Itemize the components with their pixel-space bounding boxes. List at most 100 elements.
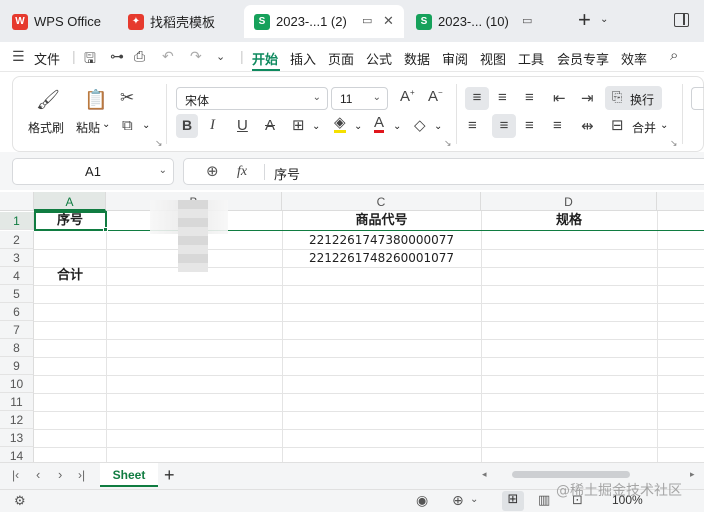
- align-right-icon[interactable]: ≡: [525, 117, 534, 134]
- tab-insert[interactable]: 插入: [290, 49, 316, 68]
- tab-formula[interactable]: 公式: [366, 49, 392, 68]
- close-tab-icon[interactable]: ✕: [383, 13, 394, 29]
- row-header-2[interactable]: 2: [0, 231, 34, 249]
- cell-a4[interactable]: 合计: [34, 267, 106, 285]
- restore-window-icon[interactable]: ▭: [522, 14, 532, 27]
- chevron-down-icon[interactable]: ⌄: [393, 121, 401, 132]
- align-top-icon[interactable]: ≡: [465, 87, 489, 110]
- scroll-left-icon[interactable]: ◂: [482, 469, 487, 480]
- bold-button[interactable]: B: [176, 114, 198, 138]
- redo-icon[interactable]: ↷: [190, 48, 202, 65]
- distributed-icon[interactable]: ⇹: [581, 117, 594, 135]
- prev-sheet-icon[interactable]: ‹: [36, 467, 40, 482]
- next-sheet-icon[interactable]: ›: [58, 467, 62, 482]
- row-header-3[interactable]: 3: [0, 249, 34, 267]
- column-header-d[interactable]: D: [481, 192, 657, 211]
- new-tab-icon[interactable]: +: [578, 9, 591, 31]
- scroll-right-icon[interactable]: ▸: [690, 469, 695, 480]
- clear-format-icon[interactable]: ◇: [414, 116, 426, 134]
- cell-c3[interactable]: 2212261748260001077: [282, 249, 481, 267]
- row-header-13[interactable]: 13: [0, 429, 34, 447]
- eye-protection-icon[interactable]: ◉: [416, 492, 428, 509]
- tab-wps-office[interactable]: W WPS Office: [2, 5, 117, 38]
- font-name-dropdown[interactable]: 宋体 ⌄: [176, 87, 328, 110]
- justify-icon[interactable]: ≡: [553, 117, 562, 134]
- merge-icon[interactable]: ⊟: [611, 116, 624, 134]
- chevron-down-icon[interactable]: ⌄: [216, 50, 225, 63]
- fx-icon[interactable]: fx: [237, 164, 247, 180]
- paste-label[interactable]: 粘贴: [76, 119, 100, 136]
- tab-tools[interactable]: 工具: [518, 49, 544, 68]
- sidebar-toggle-icon[interactable]: [674, 13, 689, 27]
- format-painter-icon[interactable]: 🖌: [36, 88, 60, 112]
- share-icon[interactable]: ⊶: [110, 48, 124, 65]
- copy-icon[interactable]: ⧉: [122, 117, 133, 134]
- tab-page[interactable]: 页面: [328, 49, 354, 68]
- row-header-5[interactable]: 5: [0, 285, 34, 303]
- chevron-down-icon[interactable]: ⌄: [600, 14, 608, 25]
- search-icon[interactable]: ⌕: [670, 47, 678, 64]
- font-size-dropdown[interactable]: 11 ⌄: [331, 87, 388, 110]
- row-header-1[interactable]: 1: [0, 212, 34, 230]
- number-format-dropdown[interactable]: [691, 87, 704, 110]
- column-header-a[interactable]: A: [34, 192, 106, 211]
- tab-review[interactable]: 审阅: [442, 49, 468, 68]
- chevron-down-icon[interactable]: ⌄: [312, 121, 320, 132]
- tab-spreadsheet-1[interactable]: S 2023-...1 (2) ▭ ✕: [244, 5, 404, 38]
- hamburger-menu-icon[interactable]: ☰: [12, 48, 25, 65]
- zoom-formula-icon[interactable]: ⊕: [206, 162, 219, 180]
- align-middle-icon[interactable]: ≡: [498, 89, 507, 106]
- paste-icon[interactable]: 📋: [84, 88, 108, 112]
- align-center-icon[interactable]: ≡: [492, 114, 516, 138]
- borders-icon[interactable]: ⊞: [292, 116, 305, 134]
- dialog-launcher-icon[interactable]: ↘: [444, 138, 452, 149]
- font-color-icon[interactable]: A: [374, 115, 385, 133]
- select-all-corner[interactable]: [0, 192, 34, 211]
- print-preview-icon[interactable]: ⎙: [134, 48, 145, 65]
- row-header-8[interactable]: 8: [0, 339, 34, 357]
- name-box[interactable]: A1 ⌄: [12, 158, 174, 185]
- cell-d1[interactable]: 规格: [481, 212, 657, 230]
- fill-handle[interactable]: [103, 227, 108, 232]
- chevron-down-icon[interactable]: ⌄: [142, 120, 150, 131]
- normal-view-icon[interactable]: ⊞: [502, 491, 524, 511]
- underline-button[interactable]: U: [237, 117, 248, 134]
- chevron-down-icon[interactable]: ⌄: [354, 121, 362, 132]
- column-header-c[interactable]: C: [282, 192, 481, 211]
- macro-icon[interactable]: ⚙: [14, 493, 26, 509]
- align-left-icon[interactable]: ≡: [468, 117, 477, 134]
- increase-font-icon[interactable]: A+: [400, 88, 415, 105]
- cell-c1[interactable]: 商品代号: [282, 212, 481, 230]
- align-bottom-icon[interactable]: ≡: [525, 89, 534, 106]
- add-sheet-icon[interactable]: +: [164, 465, 175, 486]
- tab-spreadsheet-2[interactable]: S 2023-... (10) ▭: [406, 5, 564, 38]
- italic-button[interactable]: I: [210, 117, 215, 134]
- chevron-down-icon[interactable]: ⌄: [660, 120, 668, 131]
- tab-member[interactable]: 会员专享: [557, 49, 609, 68]
- row-header-14[interactable]: 14: [0, 447, 34, 462]
- decrease-indent-icon[interactable]: ⇤: [553, 89, 566, 107]
- undo-icon[interactable]: ↶: [162, 48, 174, 65]
- merge-label[interactable]: 合并: [632, 119, 656, 136]
- tab-docer[interactable]: ✦ 找稻壳模板: [118, 5, 242, 38]
- fill-color-icon[interactable]: ◈: [334, 115, 346, 133]
- row-header-12[interactable]: 12: [0, 411, 34, 429]
- row-header-11[interactable]: 11: [0, 393, 34, 411]
- tab-view[interactable]: 视图: [480, 49, 506, 68]
- save-icon[interactable]: 🖫: [84, 48, 96, 72]
- formula-input[interactable]: ⊕ fx 序号: [183, 158, 704, 185]
- row-header-6[interactable]: 6: [0, 303, 34, 321]
- horizontal-scrollbar[interactable]: [512, 471, 630, 478]
- column-header-e[interactable]: [657, 192, 704, 211]
- row-header-10[interactable]: 10: [0, 375, 34, 393]
- increase-indent-icon[interactable]: ⇥: [581, 89, 594, 107]
- cell-c2[interactable]: 2212261747380000077: [282, 231, 481, 249]
- tab-efficiency[interactable]: 效率: [621, 49, 647, 68]
- decrease-font-icon[interactable]: A−: [428, 88, 443, 105]
- dialog-launcher-icon[interactable]: ↘: [155, 138, 163, 149]
- cut-icon[interactable]: ✂: [120, 88, 134, 108]
- row-header-9[interactable]: 9: [0, 357, 34, 375]
- row-header-7[interactable]: 7: [0, 321, 34, 339]
- menu-file[interactable]: 文件: [34, 49, 60, 68]
- sheet-tab-active[interactable]: Sheet: [100, 463, 158, 487]
